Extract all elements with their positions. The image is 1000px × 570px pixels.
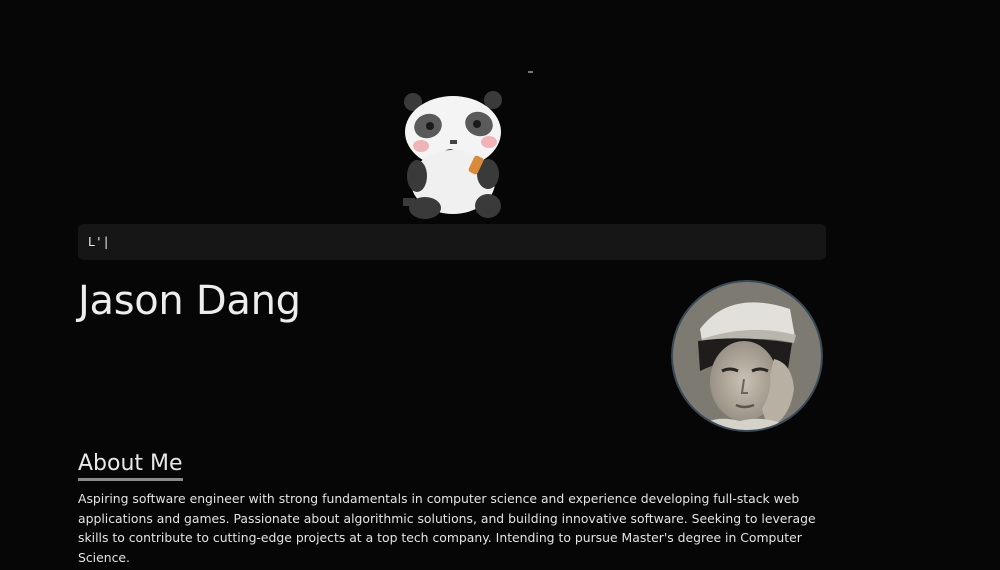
prompt-bar[interactable]: L'| [78, 224, 826, 260]
about-me-paragraph: Aspiring software engineer with strong f… [78, 491, 816, 565]
about-me-heading: About Me [78, 451, 183, 481]
portfolio-page: L'| Jason Dang About Me Aspiring softwar… [0, 0, 1000, 570]
prompt-text: L'| [88, 235, 110, 249]
profile-name: Jason Dang [78, 278, 301, 324]
profile-avatar-photo [671, 280, 823, 432]
panda-mascot-icon [403, 91, 502, 219]
cursor-dot [528, 71, 533, 73]
